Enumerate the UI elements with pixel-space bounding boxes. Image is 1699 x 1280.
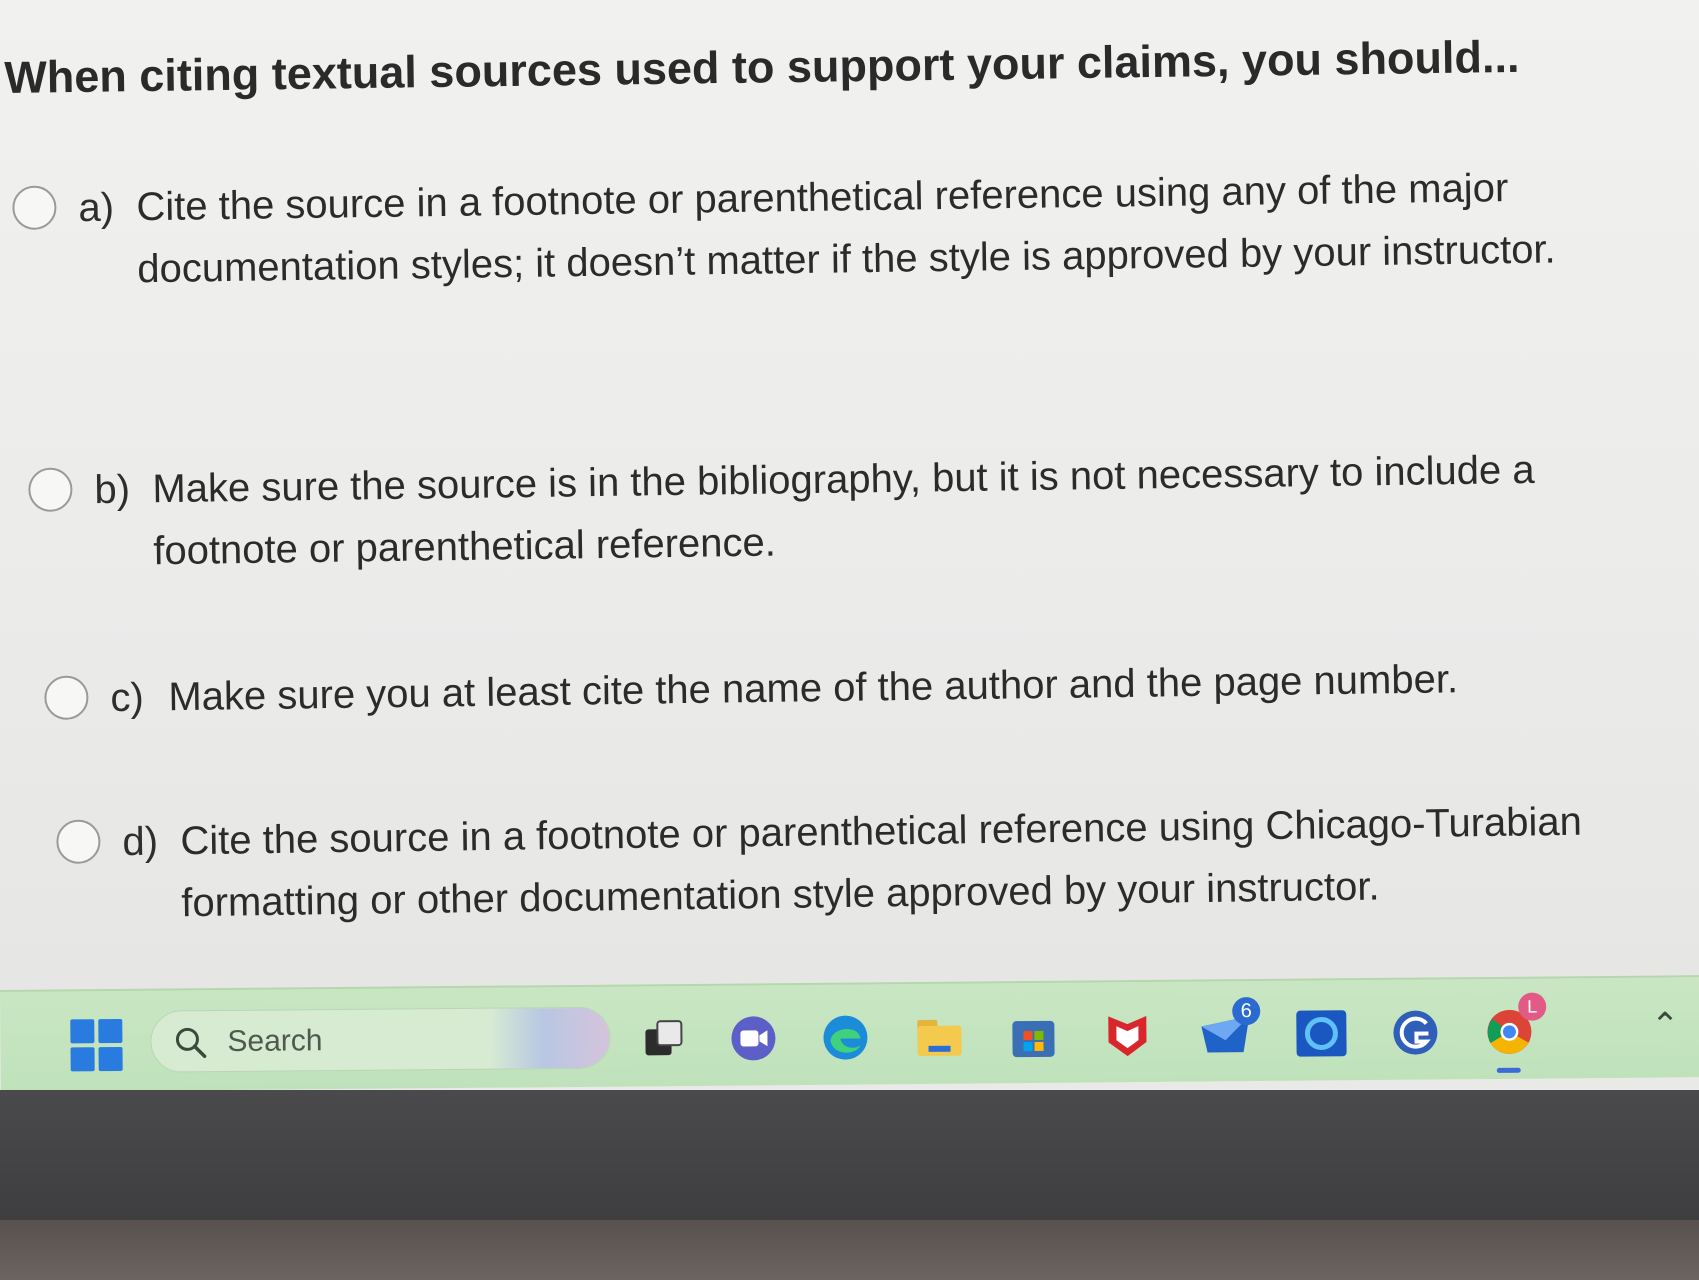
screen: When citing textual sources used to supp… bbox=[0, 0, 1699, 1000]
active-app-indicator bbox=[1496, 1067, 1521, 1073]
option-text-a: Cite the source in a footnote or parenth… bbox=[136, 166, 1556, 292]
radio-button-b[interactable] bbox=[28, 467, 73, 512]
windows-start-icon[interactable] bbox=[70, 1018, 123, 1072]
browser-app-icon[interactable] bbox=[1388, 1005, 1442, 1059]
chrome-badge: L bbox=[1518, 992, 1547, 1021]
search-icon bbox=[175, 1027, 207, 1058]
file-explorer-icon[interactable] bbox=[912, 1010, 966, 1064]
task-view-icon[interactable] bbox=[636, 1012, 690, 1066]
microsoft-store-icon[interactable] bbox=[1006, 1009, 1060, 1063]
radio-button-a[interactable] bbox=[12, 185, 57, 230]
option-letter-d: d) bbox=[122, 819, 159, 865]
teams-chat-icon[interactable] bbox=[726, 1011, 780, 1065]
option-letter-b: b) bbox=[94, 467, 131, 513]
option-letter-c: c) bbox=[110, 675, 145, 721]
radio-button-c[interactable] bbox=[44, 675, 89, 720]
question-text: When citing textual sources used to supp… bbox=[4, 30, 1520, 103]
mcafee-icon[interactable] bbox=[1100, 1008, 1154, 1062]
cortana-icon[interactable] bbox=[1294, 1006, 1348, 1060]
taskbar: Search 6 L ⌃ bbox=[0, 975, 1699, 1092]
mail-badge: 6 bbox=[1232, 997, 1261, 1026]
option-b[interactable]: b) Make sure the source is in the biblio… bbox=[28, 438, 1620, 584]
option-a[interactable]: a) Cite the source in a footnote or pare… bbox=[12, 156, 1624, 302]
option-text-c: Make sure you at least cite the name of … bbox=[168, 657, 1459, 720]
chrome-icon[interactable]: L bbox=[1482, 992, 1547, 1073]
edge-icon[interactable] bbox=[818, 1010, 872, 1064]
monitor-bezel-edge bbox=[0, 1220, 1699, 1280]
widgets-icon[interactable] bbox=[489, 1007, 610, 1071]
option-text-b: Make sure the source is in the bibliogra… bbox=[152, 447, 1535, 574]
option-d[interactable]: d) Cite the source in a footnote or pare… bbox=[56, 790, 1618, 936]
taskbar-search-box[interactable]: Search bbox=[150, 1006, 611, 1073]
option-letter-a: a) bbox=[78, 185, 115, 231]
option-c[interactable]: c) Make sure you at least cite the name … bbox=[44, 646, 1625, 730]
option-text-d: Cite the source in a footnote or parenth… bbox=[180, 799, 1583, 926]
radio-button-d[interactable] bbox=[56, 819, 101, 864]
mail-icon[interactable]: 6 bbox=[1198, 997, 1261, 1061]
chevron-up-icon[interactable]: ⌃ bbox=[1651, 1005, 1680, 1045]
search-placeholder: Search bbox=[227, 1024, 323, 1059]
